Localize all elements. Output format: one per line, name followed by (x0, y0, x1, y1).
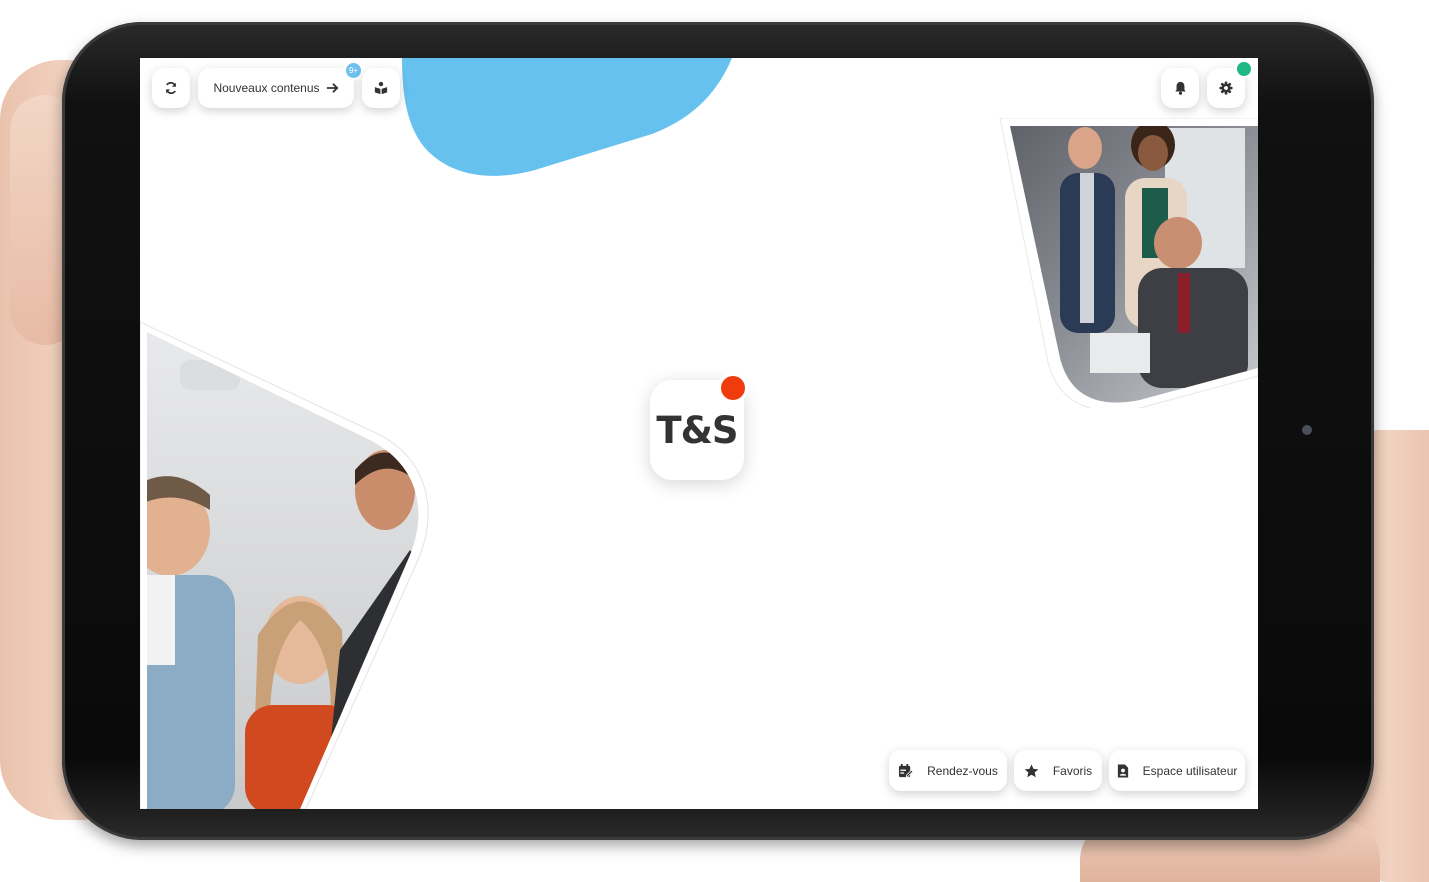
tablet-screen: Nouveaux contenus 9+ T&S Rendez-vous Fav… (140, 58, 1258, 809)
gear-icon (1219, 81, 1233, 95)
logo-text: T&S (656, 408, 738, 452)
bell-icon (1174, 81, 1186, 95)
logo-notification-dot (721, 376, 745, 400)
appointments-label: Rendez-vous (927, 763, 998, 778)
reader-icon (374, 81, 388, 95)
notifications-button[interactable] (1161, 68, 1199, 108)
calendar-edit-icon (899, 763, 914, 777)
refresh-button[interactable] (152, 68, 190, 108)
new-content-label: Nouveaux contenus (213, 81, 320, 95)
favorites-label: Favoris (1052, 763, 1093, 778)
user-document-icon (1117, 763, 1128, 778)
arrow-right-icon (326, 83, 338, 93)
refresh-icon (165, 82, 177, 94)
favorites-button[interactable]: Favoris (1014, 750, 1102, 791)
star-icon (1024, 763, 1039, 777)
user-space-label: Espace utilisateur (1142, 763, 1238, 778)
appointments-button[interactable]: Rendez-vous (889, 750, 1007, 791)
new-content-button[interactable]: Nouveaux contenus (198, 68, 354, 108)
new-content-badge: 9+ (346, 63, 361, 78)
tablet-camera (1302, 425, 1312, 435)
user-space-button[interactable]: Espace utilisateur (1109, 750, 1245, 791)
reader-button[interactable] (362, 68, 400, 108)
team-photo-top-right (999, 118, 1258, 408)
team-photo-bottom-left (140, 321, 429, 809)
online-status-dot (1237, 62, 1251, 76)
